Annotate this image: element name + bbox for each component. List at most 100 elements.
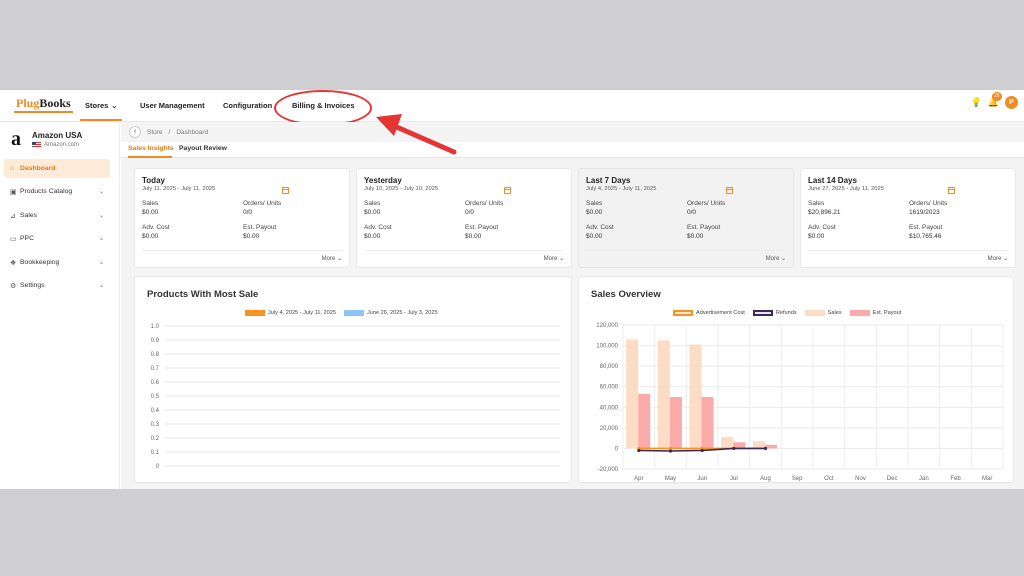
sales-value: $0.00	[142, 209, 159, 216]
legend-item[interactable]: July 4, 2025 - July 11, 2025	[245, 310, 336, 316]
card-est-payout: Est. Payout $0.00	[243, 224, 276, 240]
x-tick-label: Apr	[634, 476, 643, 482]
sales-value: $0.00	[364, 209, 381, 216]
card-date-range: July 10, 2025 - July 10, 2025	[364, 186, 439, 192]
card-date-range: June 27, 2025 - July 11, 2025	[808, 186, 884, 192]
calendar-icon[interactable]	[504, 187, 511, 194]
breadcrumb-dashboard: Dashboard	[176, 128, 209, 136]
bar-est-payout	[701, 397, 714, 449]
calendar-icon[interactable]	[726, 187, 733, 194]
more-label: More	[543, 256, 558, 262]
card-adv-cost: Adv. Cost $0.00	[364, 224, 392, 240]
y-tick-label: 0.1	[151, 450, 160, 456]
sales-overview-panel: Sales Overview Advertisement Cost Refund…	[578, 276, 1014, 483]
legend-item[interactable]: Advertisement Cost	[673, 310, 745, 316]
adv-cost-value: $0.00	[586, 233, 603, 240]
sidebar-item-sales[interactable]: ⊿ Sales ⌄	[4, 206, 110, 225]
adv-cost-label: Adv. Cost	[808, 224, 836, 231]
card-more-button[interactable]: More ⌄	[364, 250, 564, 262]
sidebar-item-settings[interactable]: ⚙ Settings ⌄	[4, 276, 110, 295]
x-tick-label: Feb	[950, 476, 961, 482]
products-most-sale-panel: Products With Most Sale July 4, 2025 - J…	[134, 276, 572, 483]
breadcrumb-separator: /	[168, 128, 171, 136]
chevron-down-icon: ⌄	[98, 260, 104, 266]
bar-sales	[626, 339, 639, 449]
legend-item[interactable]: Refunds	[752, 310, 797, 316]
est-payout-value: $0.00	[687, 233, 704, 240]
products-chart: 1.0 0.9 0.8 0.7 0.6 0.5 0.4 0.3 0.2 0.1 0	[151, 324, 560, 470]
est-payout-label: Est. Payout	[687, 224, 721, 231]
legend-label: June 26, 2025 - July 3, 2025	[367, 310, 438, 316]
x-tick-label: Jun	[697, 476, 707, 482]
sales-overview-chart: 120,000 100,000 80,000 60,000 40,000 20,000 0 -…	[596, 323, 1004, 482]
calendar-icon[interactable]	[282, 187, 289, 194]
logo-suffix: Books	[39, 96, 71, 110]
card-sales: Sales $20,896.21	[808, 200, 841, 216]
legend-swatch	[804, 310, 825, 316]
x-tick-label: Jan	[919, 476, 929, 482]
adv-cost-label: Adv. Cost	[364, 224, 392, 231]
chevron-down-icon: ⌄	[780, 256, 786, 262]
card-est-payout: Est. Payout $0.00	[687, 224, 720, 240]
y-tick-label: 0.8	[151, 352, 160, 358]
legend-item[interactable]: June 26, 2025 - July 3, 2025	[344, 310, 438, 316]
card-more-button[interactable]: More ⌄	[586, 250, 786, 262]
adv-cost-value: $0.00	[364, 233, 381, 240]
store-domain: Amazon.com	[32, 142, 82, 148]
card-title: Today	[142, 176, 165, 185]
nav-stores[interactable]: Stores ⌄	[85, 101, 117, 110]
back-arrow-icon[interactable]: ‹	[129, 126, 141, 138]
y-tick-label: 60,000	[600, 385, 619, 391]
book-icon: ❖	[10, 259, 17, 267]
sidebar-item-dashboard[interactable]: ⌂ Dashboard	[4, 159, 110, 178]
card-more-button[interactable]: More ⌄	[142, 250, 342, 262]
sidebar-item-label: PPC	[20, 235, 34, 242]
card-adv-cost: Adv. Cost $0.00	[586, 224, 614, 240]
sidebar: a Amazon USA Amazon.com ⌂ Dashboard ▣ Prod…	[0, 122, 120, 489]
plugbooks-logo[interactable]: PlugBooks	[14, 96, 73, 113]
store-selector[interactable]: a Amazon USA Amazon.com	[6, 129, 82, 150]
legend-swatch	[752, 310, 773, 316]
x-tick-label: Aug	[760, 476, 771, 482]
nav-stores-label: Stores	[85, 101, 109, 110]
adv-cost-label: Adv. Cost	[142, 224, 170, 231]
calendar-icon[interactable]	[948, 187, 955, 194]
sales-label: Sales	[808, 200, 825, 207]
tab-sales-insights[interactable]: Sales Insights	[128, 145, 174, 152]
store-domain-label: Amazon.com	[44, 142, 80, 148]
sidebar-item-bookkeeping[interactable]: ❖ Bookkeeping ⌄	[4, 253, 110, 272]
gear-icon: ⚙	[10, 282, 17, 290]
summary-card-last-14-days: Last 14 Days June 27, 2025 - July 11, 20…	[800, 168, 1016, 268]
x-tick-label: Oct	[824, 476, 834, 482]
sidebar-item-ppc[interactable]: ▭ PPC ⌄	[4, 229, 110, 248]
tab-payout-review[interactable]: Payout Review	[179, 145, 227, 152]
sidebar-item-products-catalog[interactable]: ▣ Products Catalog ⌄	[4, 182, 110, 201]
y-tick-label: 0	[615, 446, 619, 452]
y-tick-label: 0	[156, 464, 160, 470]
avatar[interactable]: P	[1005, 96, 1018, 109]
legend-item[interactable]: Sales	[804, 310, 842, 316]
summary-card-today: Today July 11, 2025 - July 11, 2025 Sale…	[134, 168, 350, 268]
orders-label: Orders/ Units	[465, 200, 504, 207]
y-tick-label: 20,000	[600, 426, 619, 432]
sales-value: $20,896.21	[808, 209, 841, 216]
card-more-button[interactable]: More ⌄	[808, 250, 1008, 262]
chevron-down-icon: ⌄	[111, 103, 118, 110]
highlight-ellipse	[274, 90, 372, 126]
breadcrumb-store[interactable]: Store	[147, 129, 163, 136]
orders-label: Orders/ Units	[687, 200, 726, 207]
summary-card-last-7-days: Last 7 Days July 4, 2025 - July 11, 2025…	[578, 168, 794, 268]
legend-swatch	[245, 310, 265, 316]
nav-user-management[interactable]: User Management	[140, 101, 205, 110]
legend-swatch	[344, 310, 364, 316]
lightbulb-icon[interactable]: 💡	[971, 97, 982, 108]
bell-icon[interactable]: 🔔 26	[988, 92, 1002, 108]
us-flag-icon	[32, 142, 41, 148]
legend-item[interactable]: Est. Payout	[849, 310, 901, 316]
card-orders: Orders/ Units 0/0	[687, 200, 725, 216]
breadcrumb: ‹ Store / Dashboard	[129, 126, 208, 138]
more-label: More	[321, 256, 336, 262]
nav-configuration[interactable]: Configuration	[223, 101, 272, 110]
chart-legend: July 4, 2025 - July 11, 2025 June 26, 20…	[245, 310, 438, 316]
x-tick-label: Dec	[887, 476, 898, 482]
